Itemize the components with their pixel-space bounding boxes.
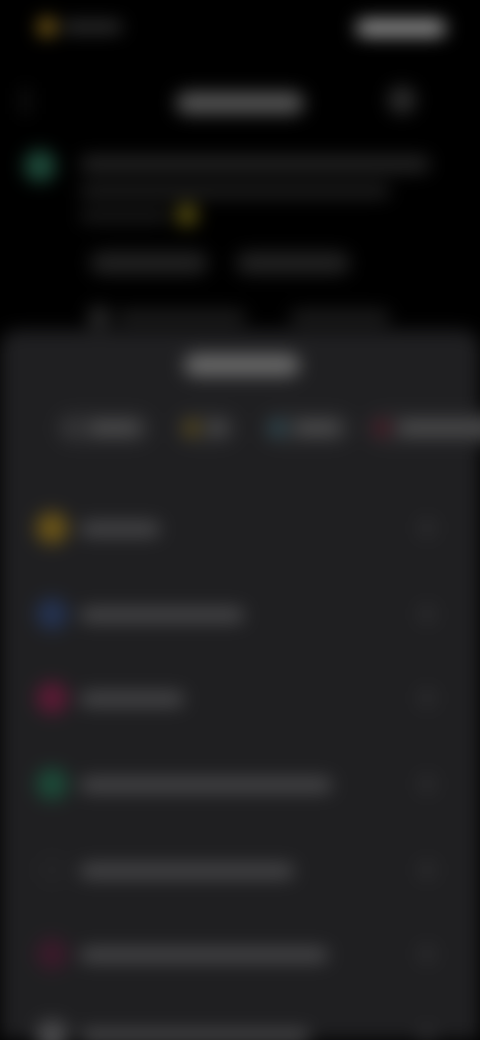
post-text-line [80,210,170,222]
chevron-right-icon [420,606,434,622]
post-footer-text [290,310,390,324]
post-text-line [80,184,390,198]
app-screen [0,0,480,1040]
post-tag[interactable] [236,252,350,274]
option-label [80,608,244,622]
chip-label [208,423,226,433]
option-label [80,692,184,706]
chevron-right-icon [420,1028,434,1040]
post-footer-text [116,310,246,324]
share-icon [36,854,68,886]
chip-label [88,423,140,433]
reaction-icon[interactable] [88,306,110,328]
option-row[interactable] [0,752,480,816]
option-label [80,864,294,878]
chevron-right-icon [420,520,434,536]
status-time [62,22,122,32]
more-options-icon[interactable] [388,86,416,114]
post-text-line [80,156,430,172]
option-row[interactable] [0,838,480,902]
option-row[interactable] [0,922,480,986]
chip-icon [270,420,286,436]
back-icon[interactable] [24,88,49,114]
option-row[interactable] [0,1004,480,1040]
sheet-title [184,354,300,376]
star-icon [36,512,68,544]
chip-label [398,423,480,433]
bookmark-icon [36,598,68,630]
blurred-screen-content [0,0,480,1040]
emoji-icon [176,204,198,226]
option-label [80,778,332,792]
chevron-right-icon [420,776,434,792]
option-label [80,1030,310,1040]
chip-icon [64,420,80,436]
chevron-right-icon [420,862,434,878]
chip-3[interactable] [262,412,352,444]
chip-4[interactable] [366,412,480,444]
chevron-right-icon [420,690,434,706]
status-icons [356,20,446,36]
avatar[interactable] [24,150,56,182]
chip-icon [374,420,390,436]
status-bar [0,0,480,56]
option-label [80,948,328,962]
chip-2[interactable] [176,412,238,444]
flag-icon [36,938,68,970]
info-icon [36,1020,68,1040]
option-row[interactable] [0,496,480,560]
chip-1[interactable] [56,412,152,444]
chevron-right-icon [420,946,434,962]
option-label [80,522,160,536]
option-row[interactable] [0,666,480,730]
link-icon [36,768,68,800]
option-row[interactable] [0,582,480,646]
page-title [176,92,304,114]
status-indicator-icon [38,18,56,36]
heart-icon [36,682,68,714]
chip-label [294,423,340,433]
chip-icon [184,420,200,436]
post-tag[interactable] [90,252,208,274]
